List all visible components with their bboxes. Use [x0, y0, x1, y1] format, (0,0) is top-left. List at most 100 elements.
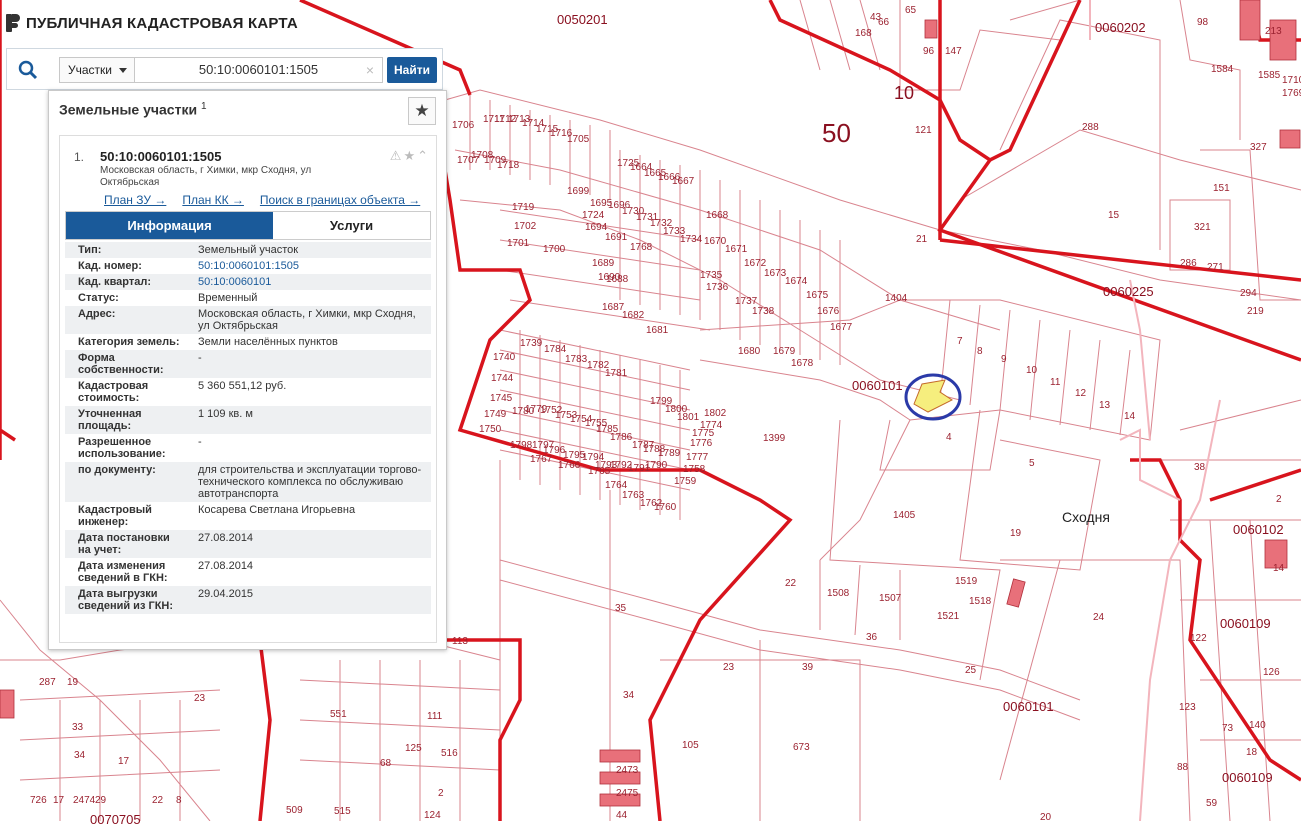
search-button[interactable]: Найти	[387, 57, 437, 83]
parcel-label: 1701	[507, 238, 530, 249]
quarter-label: 0060102	[1233, 522, 1284, 537]
parcel-label: 1507	[879, 593, 902, 604]
parcel-label: 13	[1099, 400, 1111, 411]
parcel-label: 1680	[738, 346, 761, 357]
parcel-label: 19	[67, 677, 79, 688]
card-action-icons[interactable]: ⚠★⌃	[390, 148, 430, 164]
favorite-button[interactable]: ★	[408, 97, 436, 125]
parcel-label: 1739	[520, 338, 543, 349]
panel-title: Земельные участки 1	[59, 101, 207, 118]
attribute-value[interactable]: 50:10:0060101:1505	[184, 258, 431, 274]
parcel-label: 1705	[567, 134, 590, 145]
parcel-label: 286	[1180, 258, 1197, 269]
parcel-label: 10	[1026, 365, 1038, 376]
parcel-label: 88	[1177, 762, 1189, 773]
search-type-select[interactable]: Участки	[59, 57, 135, 83]
parcel-label: 33	[72, 722, 84, 733]
quarter-label: 0060109	[1220, 616, 1271, 631]
attribute-value: 27.08.2014	[184, 530, 431, 558]
parcel-label: 1781	[605, 368, 628, 379]
parcel-label: 168	[855, 28, 872, 39]
parcel-label: 1687	[602, 302, 625, 313]
parcel-label: 38	[1194, 462, 1206, 473]
attribute-value: Временный	[198, 292, 258, 304]
parcel-label: 125	[405, 743, 422, 754]
parcel-label: 1519	[955, 576, 978, 587]
parcel-label: 726	[30, 795, 47, 806]
parcel-label: 123	[1179, 702, 1196, 713]
parcel-label: 327	[1250, 142, 1267, 153]
link-plan-zu[interactable]: План ЗУ →	[104, 193, 166, 207]
parcel-label: 2	[1276, 494, 1282, 505]
search-input[interactable]: 50:10:0060101:1505 ×	[135, 57, 383, 83]
parcel-label: 288	[1082, 122, 1099, 133]
parcel-label: 1763	[622, 490, 645, 501]
clear-icon[interactable]: ×	[366, 58, 374, 82]
attribute-row: Дата изменения сведений в ГКН: 27.08.2014	[65, 558, 431, 586]
quarter-label: 0050201	[557, 12, 608, 27]
parcel-label: 15	[1108, 210, 1120, 221]
parcel-label: 34	[623, 690, 635, 701]
attribute-key: Тип:	[65, 242, 184, 258]
attribute-value: 29.04.2015	[184, 586, 431, 614]
parcel-label: 321	[1194, 222, 1211, 233]
parcel-label: 22	[785, 578, 797, 589]
parcel-label: 1738	[752, 306, 775, 317]
parcel-label: 18	[1246, 747, 1258, 758]
parcel-label: 35	[615, 603, 627, 614]
parcel-label: 2	[438, 788, 444, 799]
parcel-label: 1798	[510, 440, 533, 451]
parcel-label: 1691	[605, 232, 628, 243]
place-label: Сходня	[1062, 509, 1110, 525]
link-search-bounds[interactable]: Поиск в границах объекта →	[260, 193, 420, 207]
parcel-card: 1. 50:10:0060101:1505 Московская область…	[59, 135, 437, 643]
parcel-label: 34	[74, 750, 86, 761]
attribute-value: -	[198, 436, 202, 448]
parcel-label: 98	[1197, 17, 1209, 28]
parcel-label: 8	[977, 346, 983, 357]
parcel-label: 1702	[514, 221, 537, 232]
parcel-label: 1689	[592, 258, 615, 269]
parcel-number[interactable]: 50:10:0060101:1505	[100, 149, 221, 164]
parcel-label: 294	[1240, 288, 1257, 299]
quarter-label: 0060109	[1222, 770, 1273, 785]
attribute-value: 5 360 551,12 руб.	[198, 380, 287, 392]
parcel-label: 1682	[622, 310, 645, 321]
parcel-label: 24	[1093, 612, 1105, 623]
parcel-label: 96	[923, 46, 935, 57]
parcel-label: 1734	[680, 234, 703, 245]
attribute-row: Дата постановки на учет: 27.08.2014	[65, 530, 431, 558]
results-count: 1	[200, 101, 207, 112]
parcel-label: 1700	[543, 244, 566, 255]
parcel-label: 1766	[558, 460, 581, 471]
parcel-label: 1783	[565, 354, 588, 365]
attribute-key: Кад. квартал:	[65, 274, 184, 290]
app-title: ПУБЛИЧНАЯ КАДАСТРОВАЯ КАРТА	[26, 14, 298, 32]
attribute-row: Адрес: Московская область, г Химки, мкр С…	[65, 306, 431, 334]
link-plan-kk[interactable]: План КК →	[182, 193, 244, 207]
attribute-value[interactable]: 50:10:0060101	[184, 274, 431, 290]
parcel-label: 105	[682, 740, 699, 751]
parcel-label: 1521	[937, 611, 960, 622]
parcel-label: 21	[916, 234, 928, 245]
parcel-label: 4	[946, 432, 952, 443]
parcel-label: 1769	[1282, 88, 1301, 99]
attribute-row: Кадастровый инженер: Косарева Светлана Иг…	[65, 502, 431, 530]
attribute-row: по документу: для строительства и эксплуа…	[65, 462, 431, 502]
parcel-label: 1678	[791, 358, 814, 369]
parcel-label: 1789	[658, 448, 681, 459]
parcel-label: 23	[194, 693, 206, 704]
parcel-label: 19	[1010, 528, 1022, 539]
parcel-label: 2474	[73, 795, 96, 806]
card-index: 1.	[74, 150, 85, 164]
parcel-label: 65	[905, 5, 917, 16]
parcel-label: 122	[1190, 633, 1207, 644]
tab-services[interactable]: Услуги	[273, 212, 430, 239]
parcel-label: 1740	[493, 352, 516, 363]
district-label: 50	[822, 118, 851, 148]
parcel-label: 1681	[646, 325, 669, 336]
tab-info[interactable]: Информация	[66, 212, 273, 239]
parcel-label: 1694	[585, 222, 608, 233]
parcel-label: 1675	[806, 290, 829, 301]
search-icon[interactable]	[17, 59, 39, 81]
